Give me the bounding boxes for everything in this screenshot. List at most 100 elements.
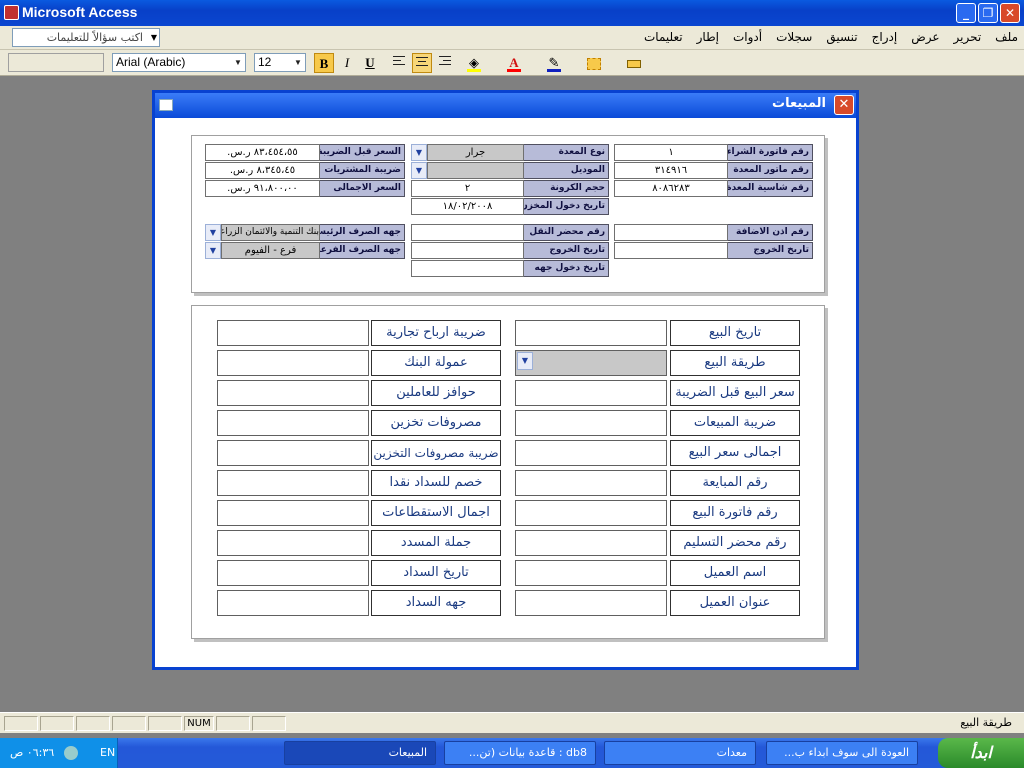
bold-button[interactable]: B <box>314 53 334 73</box>
sale-invoice-no-field[interactable] <box>515 500 667 526</box>
total-price-field[interactable]: ٩١،٨٠٠،٠٠ ر.س. <box>205 180 320 197</box>
cash-discount-field[interactable] <box>217 470 369 496</box>
chevron-down-icon[interactable]: ▼ <box>411 162 427 179</box>
taskbar-item-folder[interactable]: معدات <box>604 741 756 765</box>
customer-name-field[interactable] <box>515 560 667 586</box>
sub-bank-field[interactable]: فرع - الفيوم <box>221 242 320 259</box>
taskbar-item-sales-form[interactable]: المبيعات <box>284 741 436 765</box>
sale-contract-no-field[interactable] <box>515 470 667 496</box>
font-color-button[interactable]: A <box>504 53 524 73</box>
storage-expenses-field[interactable] <box>217 410 369 436</box>
italic-button[interactable]: I <box>337 53 357 73</box>
total-sale-price-field[interactable] <box>515 440 667 466</box>
language-indicator[interactable]: EN <box>100 746 115 759</box>
total-sale-price-label: اجمالى سعر البيع <box>670 440 800 466</box>
underline-button[interactable]: U <box>360 53 380 73</box>
pen-icon: ✎ <box>548 55 560 70</box>
bank-commission-field[interactable] <box>217 350 369 376</box>
sale-date-field[interactable] <box>515 320 667 346</box>
menu-insert[interactable]: إدراج <box>872 30 898 44</box>
transport-no-field[interactable] <box>411 224 524 241</box>
chassis-no-field[interactable]: ٨٠٨٦٢٨٣ <box>614 180 728 197</box>
start-button[interactable]: ابدأ <box>938 738 1024 768</box>
ask-question-box[interactable]: اكتب سؤالاً للتعليمات <box>12 28 160 47</box>
model-field[interactable] <box>427 162 524 179</box>
storage-expenses-label: مصروفات تخزين <box>371 410 501 436</box>
menu-edit[interactable]: تحرير <box>954 30 982 44</box>
access-app-icon[interactable] <box>4 5 19 20</box>
network-icon[interactable] <box>64 746 78 760</box>
chevron-down-icon[interactable]: ▼ <box>411 144 427 161</box>
chevron-down-icon[interactable]: ▼ <box>232 55 244 70</box>
staff-incentives-field[interactable] <box>217 380 369 406</box>
form-icon[interactable] <box>159 99 173 111</box>
customer-address-field[interactable] <box>515 590 667 616</box>
menu-help[interactable]: تعليمات <box>644 30 683 44</box>
chevron-down-icon[interactable]: ▼ <box>517 352 533 370</box>
taskbar-item-firefox[interactable]: العودة الى سوف ابداء ب... <box>766 741 918 765</box>
total-paid-field[interactable] <box>217 530 369 556</box>
size-field[interactable]: ٢ <box>411 180 524 197</box>
transport-no-label: رقم محضر النقل <box>523 224 609 241</box>
price-before-tax-sale-field[interactable] <box>515 380 667 406</box>
party-entry-date-field[interactable] <box>411 260 524 277</box>
menu-window[interactable]: إطار <box>697 30 719 44</box>
staff-incentives-label: حوافز للعاملين <box>371 380 501 406</box>
delivery-record-no-field[interactable] <box>515 530 667 556</box>
customer-address-label: عنوان العميل <box>670 590 800 616</box>
invoice-no-field[interactable]: ١ <box>614 144 728 161</box>
align-right-button[interactable] <box>435 53 455 73</box>
clock[interactable]: ٠٦:٣٦ ص <box>10 746 54 759</box>
sales-tax-field[interactable] <box>515 410 667 436</box>
total-price-label: السعر الاجمالى <box>319 180 405 197</box>
payment-date-field[interactable] <box>217 560 369 586</box>
menu-file[interactable]: ملف <box>995 30 1018 44</box>
exit-date2-field[interactable] <box>411 242 524 259</box>
price-before-tax-sale-label: سعر البيع قبل الضريبة <box>670 380 800 406</box>
chevron-down-icon[interactable]: ▼ <box>292 55 304 70</box>
font-size-value: 12 <box>258 55 272 69</box>
font-name-select[interactable]: Arial (Arabic) ▼ <box>112 53 246 72</box>
fill-color-button[interactable]: ◈ <box>464 53 484 73</box>
storage-expenses-tax-field[interactable] <box>217 440 369 466</box>
app-titlebar[interactable]: Microsoft Access _ ❐ ✕ <box>0 0 1024 26</box>
align-left-button[interactable] <box>389 53 409 73</box>
price-before-tax-field[interactable]: ٨٣،٤٥٤،٥٥ ر.س. <box>205 144 320 161</box>
windows-taskbar: ابدأ العودة الى سوف ابداء ب... معدات db8… <box>0 738 1024 768</box>
menu-items: ملف تحرير عرض إدراج تنسيق سجلات أدوات إط… <box>644 30 1018 44</box>
chevron-down-icon[interactable]: ▼ <box>205 242 221 259</box>
card-type-field[interactable]: جرار <box>427 144 524 161</box>
menu-records[interactable]: سجلات <box>776 30 812 44</box>
purchase-tax-field[interactable]: ٨،٣٤٥،٤٥ ر.س. <box>205 162 320 179</box>
exit-date-field[interactable] <box>614 242 728 259</box>
form-close-button[interactable]: ✕ <box>834 95 854 115</box>
num-lock-indicator: NUM <box>184 716 214 731</box>
close-button[interactable]: ✕ <box>1000 3 1020 23</box>
line-color-button[interactable]: ✎ <box>544 53 564 73</box>
object-select[interactable] <box>8 53 104 72</box>
form-titlebar[interactable]: المبيعات ✕ <box>155 93 856 118</box>
commercial-profit-tax-field[interactable] <box>217 320 369 346</box>
chevron-down-icon[interactable]: ▼ <box>148 28 160 47</box>
restore-button[interactable]: ❐ <box>978 3 998 23</box>
border-button[interactable] <box>584 53 604 73</box>
special-effect-button[interactable] <box>624 53 644 73</box>
status-cell <box>216 716 250 731</box>
align-center-button[interactable] <box>412 53 432 73</box>
font-size-select[interactable]: 12 ▼ <box>254 53 306 72</box>
menu-tools[interactable]: أدوات <box>733 30 762 44</box>
entry-date-field[interactable]: ١٨/٠٢/٢٠٠٨ <box>411 198 524 215</box>
payment-party-field[interactable] <box>217 590 369 616</box>
taskbar-item-database[interactable]: db8 : قاعدة بيانات (تن... <box>444 741 596 765</box>
total-deductions-field[interactable] <box>217 500 369 526</box>
sale-method-field[interactable]: ▼ <box>515 350 667 376</box>
main-bank-field[interactable]: بنك التنمية والائتمان الزراعي <box>221 224 320 241</box>
motor-no-field[interactable]: ٣١٤٩١٦ <box>614 162 728 179</box>
minimize-button[interactable]: _ <box>956 3 976 23</box>
sale-invoice-no-label: رقم فاتورة البيع <box>670 500 800 526</box>
menu-view[interactable]: عرض <box>911 30 939 44</box>
form-title: المبيعات <box>772 96 826 111</box>
menu-format[interactable]: تنسيق <box>826 30 857 44</box>
chevron-down-icon[interactable]: ▼ <box>205 224 221 241</box>
addition-no-field[interactable] <box>614 224 728 241</box>
